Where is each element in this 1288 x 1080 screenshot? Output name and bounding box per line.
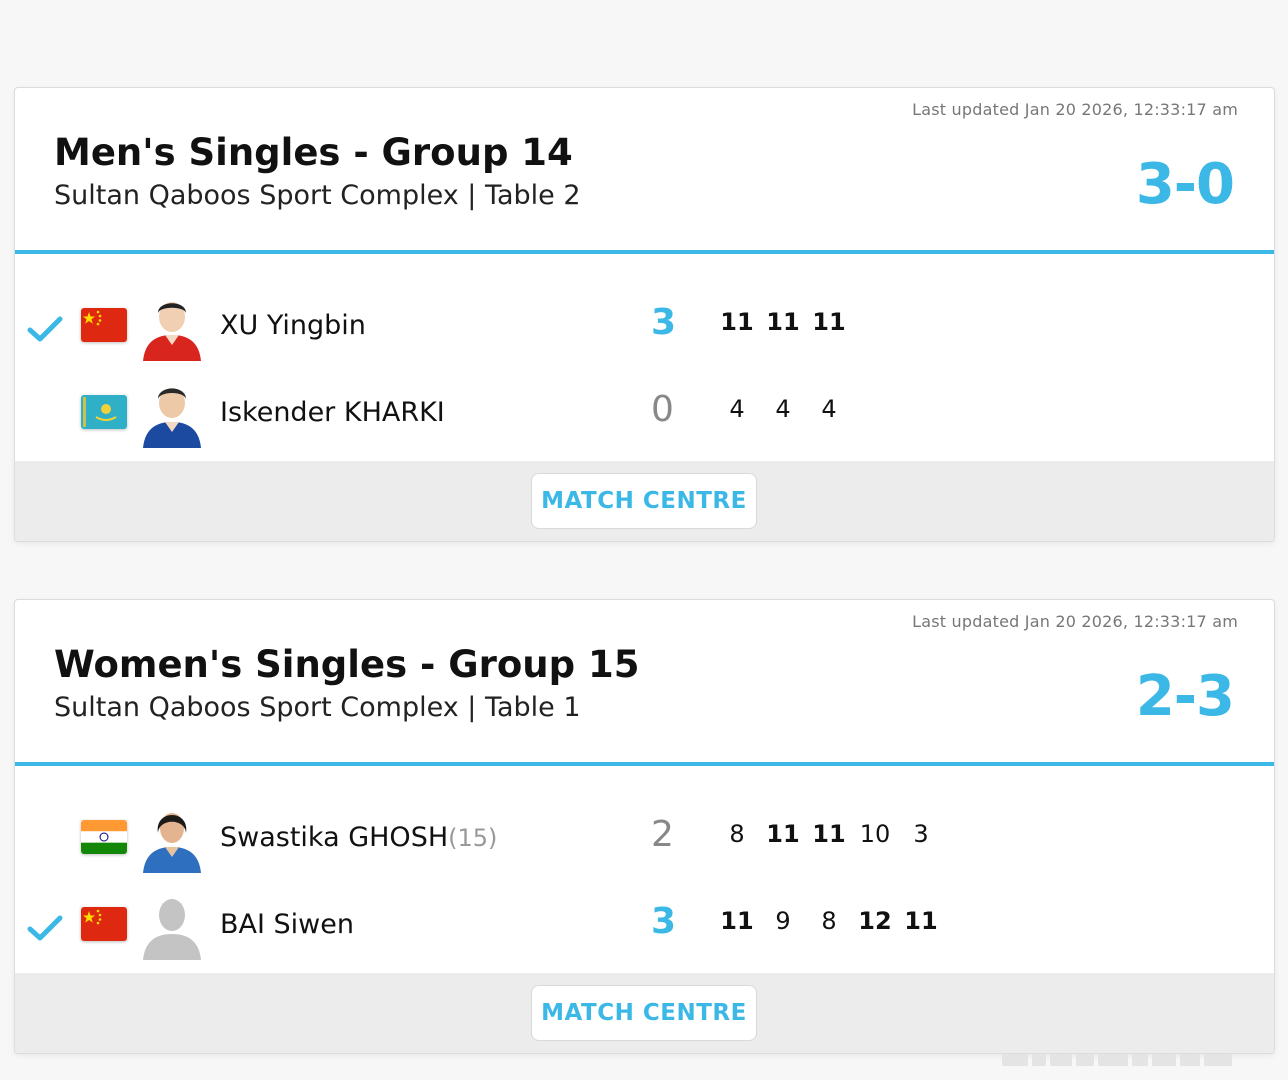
- match-score: 3-0: [1135, 152, 1235, 217]
- player-name: BAI Siwen: [220, 909, 354, 940]
- player-rows: XU Yingbin 3 11 11 11 Iskender KHARKI 0 …: [15, 254, 1274, 461]
- card-footer: MATCH CENTRE: [15, 973, 1274, 1053]
- game-score: 11: [812, 308, 846, 336]
- game-score: 10: [859, 820, 891, 848]
- match-card-mens-singles: Last updated Jan 20 2026, 12:33:17 am Me…: [14, 87, 1275, 542]
- game-score: 4: [775, 395, 791, 423]
- game-score: 4: [821, 395, 837, 423]
- match-header: Last updated Jan 20 2026, 12:33:17 am Me…: [15, 88, 1274, 254]
- last-updated: Last updated Jan 20 2026, 12:33:17 am: [912, 100, 1238, 119]
- player-photo: [143, 388, 201, 448]
- match-centre-button[interactable]: MATCH CENTRE: [531, 985, 757, 1041]
- kazakhstan-flag-icon: [81, 395, 127, 429]
- match-centre-button[interactable]: MATCH CENTRE: [531, 473, 757, 529]
- player-row[interactable]: Swastika GHOSH(15) 2 8 11 11 10 3: [15, 806, 1274, 892]
- player-photo: [143, 813, 201, 873]
- player-name: Iskender KHARKI: [220, 397, 445, 428]
- player-name: Swastika GHOSH(15): [220, 822, 497, 853]
- game-score: 11: [766, 308, 800, 336]
- sets-won: 2: [651, 814, 674, 855]
- sets-won: 3: [651, 302, 677, 343]
- match-venue: Sultan Qaboos Sport Complex | Table 2: [54, 180, 581, 211]
- match-title: Men's Singles - Group 14: [54, 131, 573, 174]
- game-score: 9: [775, 907, 791, 935]
- game-score: 12: [858, 907, 892, 935]
- game-score: 11: [766, 820, 800, 848]
- game-score: 11: [720, 907, 754, 935]
- player-photo: [143, 302, 201, 361]
- china-flag-icon: [81, 907, 127, 941]
- match-card-womens-singles: Last updated Jan 20 2026, 12:33:17 am Wo…: [14, 599, 1275, 1054]
- sets-won: 0: [651, 389, 674, 430]
- sets-won: 3: [651, 901, 677, 942]
- match-title: Women's Singles - Group 15: [54, 643, 640, 686]
- match-venue: Sultan Qaboos Sport Complex | Table 1: [54, 692, 581, 723]
- india-flag-icon: [81, 820, 127, 854]
- last-updated: Last updated Jan 20 2026, 12:33:17 am: [912, 612, 1238, 631]
- game-score: 11: [720, 308, 754, 336]
- game-score: 4: [729, 395, 745, 423]
- player-row[interactable]: BAI Siwen 3 11 9 8 12 11: [15, 893, 1274, 979]
- check-icon: [27, 915, 63, 941]
- game-score: 3: [913, 820, 929, 848]
- player-row[interactable]: Iskender KHARKI 0 4 4 4: [15, 381, 1274, 467]
- game-score: 8: [821, 907, 837, 935]
- check-icon: [27, 316, 63, 342]
- card-footer: MATCH CENTRE: [15, 461, 1274, 541]
- china-flag-icon: [81, 308, 127, 342]
- watermark: [1002, 1054, 1272, 1066]
- match-header: Last updated Jan 20 2026, 12:33:17 am Wo…: [15, 600, 1274, 766]
- player-name: XU Yingbin: [220, 310, 366, 341]
- player-seed: (15): [448, 824, 498, 852]
- match-score: 2-3: [1135, 664, 1235, 729]
- player-row[interactable]: XU Yingbin 3 11 11 11: [15, 294, 1274, 380]
- game-score: 8: [729, 820, 745, 848]
- person-silhouette-icon: [143, 899, 201, 960]
- player-rows: Swastika GHOSH(15) 2 8 11 11 10 3 BAI Si…: [15, 766, 1274, 973]
- player-name-text: Swastika GHOSH: [220, 822, 449, 853]
- game-score: 11: [812, 820, 846, 848]
- game-score: 11: [904, 907, 938, 935]
